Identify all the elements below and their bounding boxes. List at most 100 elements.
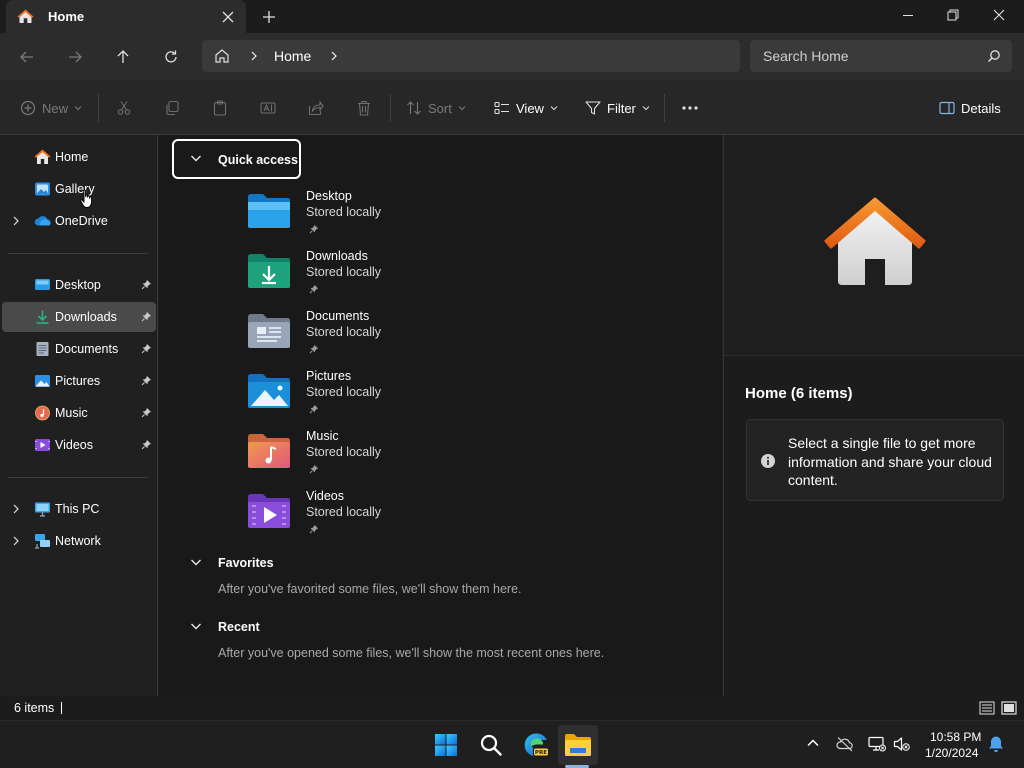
delete-icon[interactable] [356,98,372,118]
item-location: Stored locally [306,265,382,279]
pin-icon[interactable] [141,439,152,450]
chevron-down-icon [458,105,466,111]
sidebar-item-onedrive[interactable]: OneDrive [2,206,156,236]
rename-icon[interactable] [260,98,276,118]
sidebar-item-downloads[interactable]: Downloads [2,302,156,332]
favorites-section: Favorites After you've favorited some fi… [172,551,572,601]
details-pane: Home (6 items) Select a single file to g… [723,135,1024,696]
chevron-right-icon[interactable] [12,535,20,547]
info-icon [760,453,776,469]
sidebar-item-label: OneDrive [55,214,108,228]
restore-icon[interactable] [930,0,976,30]
new-label: New [42,100,69,116]
minimize-icon[interactable] [885,0,931,30]
pin-icon [309,464,319,474]
filter-button[interactable]: Filter [585,98,650,118]
details-preview [724,135,1024,356]
onedrive-offline-icon[interactable] [836,736,854,752]
pictures-folder-icon [247,373,291,409]
search-box[interactable] [750,40,1012,72]
chevron-right-icon[interactable] [12,215,20,227]
quick-access-header[interactable]: Quick access [172,139,301,179]
large-icons-view-icon[interactable] [1000,699,1018,717]
search-input[interactable] [763,40,983,72]
sidebar-item-network[interactable]: Network [2,526,156,556]
documents-folder-icon [247,313,291,349]
sidebar-item-home[interactable]: Home [2,142,156,172]
details-view-icon[interactable] [978,699,996,717]
close-icon[interactable] [976,0,1022,30]
details-button[interactable]: Details [939,98,1001,118]
new-tab-icon[interactable] [258,7,280,27]
volume-muted-icon[interactable] [893,736,911,752]
chevron-right-icon[interactable] [249,50,259,62]
pin-icon[interactable] [141,375,152,386]
pin-icon[interactable] [141,279,152,290]
notification-bell-icon[interactable] [988,735,1004,753]
desktop-icon [34,277,51,293]
address-bar[interactable]: Home [202,40,740,72]
sidebar-item-label: Desktop [55,278,101,292]
item-name: Desktop [306,189,352,203]
file-explorer-icon[interactable] [558,725,598,765]
quick-access-item-desktop[interactable]: Desktop Stored locally [247,189,487,247]
pin-icon[interactable] [141,407,152,418]
quick-access-item-videos[interactable]: Videos Stored locally [247,489,487,547]
edge-preview-icon[interactable]: PRE [516,725,556,765]
favorites-label[interactable]: Favorites [218,556,274,570]
recent-label[interactable]: Recent [218,620,260,634]
chevron-down-icon [550,105,558,111]
new-button[interactable]: New [20,98,82,118]
sidebar-item-pictures[interactable]: Pictures [2,366,156,396]
recent-section: Recent After you've opened some files, w… [172,615,672,665]
title-bar: Home [0,0,1024,33]
quick-access-item-documents[interactable]: Documents Stored locally [247,309,487,367]
sidebar-item-gallery[interactable]: Gallery [2,174,156,204]
divider [8,477,148,478]
refresh-icon[interactable] [157,43,185,71]
clock-date[interactable]: 1/20/2024 [925,746,978,760]
pin-icon[interactable] [141,311,152,322]
downloads-folder-icon [247,253,291,289]
sidebar-item-this-pc[interactable]: This PC [2,494,156,524]
chevron-right-icon[interactable] [329,50,339,62]
more-options-icon[interactable] [681,98,699,118]
back-icon[interactable] [13,43,41,71]
up-icon[interactable] [109,43,137,71]
copy-icon[interactable] [164,98,180,118]
search-icon[interactable] [471,725,511,765]
cut-icon[interactable] [116,98,132,118]
sidebar-item-music[interactable]: Music [2,398,156,428]
quick-access-item-music[interactable]: Music Stored locally [247,429,487,487]
tab-home[interactable]: Home [6,0,246,33]
chevron-down-icon[interactable] [190,622,202,631]
share-icon[interactable] [308,98,324,118]
tab-close-icon[interactable] [218,8,238,26]
breadcrumb-home[interactable]: Home [274,48,311,64]
chevron-up-icon[interactable] [806,736,820,750]
search-icon[interactable] [987,49,1001,63]
sort-button[interactable]: Sort [406,98,466,118]
view-icon [494,100,510,116]
filter-label: Filter [607,100,636,116]
sidebar-item-desktop[interactable]: Desktop [2,270,156,300]
taskbar: PRE 10:58 PM 1/20/2024 [0,720,1024,768]
videos-folder-icon [247,493,291,529]
clock-time[interactable]: 10:58 PM [930,730,981,744]
home-icon [17,9,34,24]
quick-access-item-pictures[interactable]: Pictures Stored locally [247,369,487,427]
start-icon[interactable] [426,725,466,765]
sidebar-item-documents[interactable]: Documents [2,334,156,364]
forward-icon[interactable] [61,43,89,71]
chevron-down-icon[interactable] [190,558,202,567]
view-button[interactable]: View [494,98,558,118]
pin-icon[interactable] [141,343,152,354]
home-icon[interactable] [214,48,230,64]
chevron-right-icon[interactable] [12,503,20,515]
sidebar-item-videos[interactable]: Videos [2,430,156,460]
quick-access-item-downloads[interactable]: Downloads Stored locally [247,249,487,307]
sort-icon [406,100,422,116]
paste-icon[interactable] [212,98,228,118]
network-disconnected-icon[interactable] [868,736,886,752]
chevron-down-icon [190,154,202,163]
